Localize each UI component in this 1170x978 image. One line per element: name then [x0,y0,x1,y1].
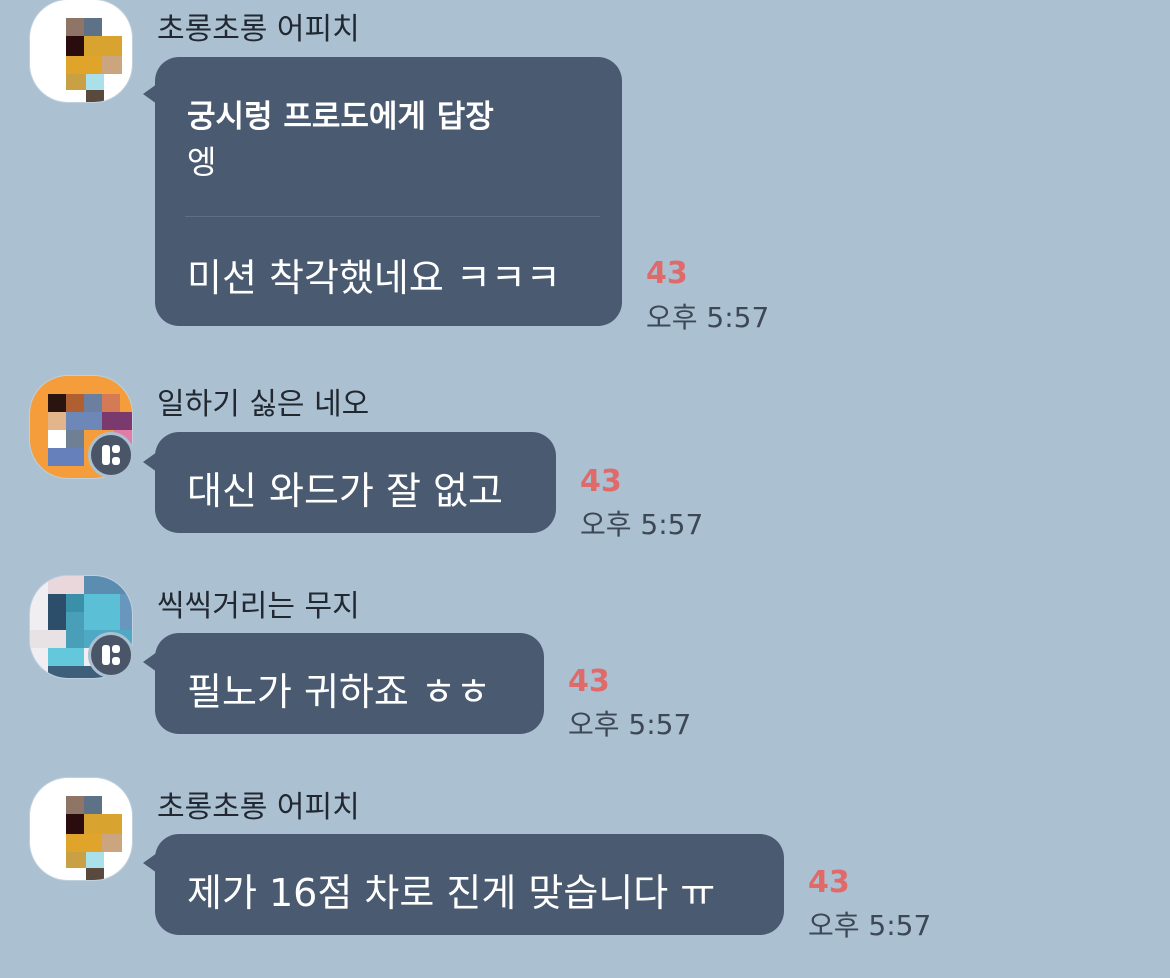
avatar-pixel [86,868,104,880]
message-time: 오후 5:57 [646,301,770,334]
sender-name: 씩씩거리는 무지 [157,589,360,624]
avatar-pixel [84,394,102,412]
avatar[interactable] [30,778,132,880]
sender-name: 일하기 싫은 네오 [157,387,370,422]
message-time: 오후 5:57 [568,708,692,741]
avatar-pixel [48,448,84,466]
message-bubble[interactable]: 필노가 귀하죠 ㅎㅎ [155,633,544,734]
avatar-pixel [30,630,66,648]
sender-name: 초롱초롱 어피치 [157,12,360,47]
avatar-pixel [66,796,84,814]
avatar-pixel [66,412,102,430]
avatar-pixel [66,594,84,612]
avatar-pixel [86,74,104,90]
sender-name: 초롱초롱 어피치 [157,790,360,825]
message-time: 오후 5:57 [580,508,704,541]
avatar-pixel [48,394,66,412]
avatar[interactable] [30,0,132,102]
avatar-pixel [84,36,122,56]
message-bubble[interactable]: 제가 16점 차로 진게 맞습니다 ㅠ [155,834,784,935]
avatar-pixel [84,814,122,834]
avatar-pixel [48,594,66,630]
avatar-pixel [48,648,84,666]
avatar-pixel [48,430,66,448]
unread-count: 43 [646,256,688,291]
avatar-pixel [102,56,122,74]
unread-count: 43 [568,664,610,699]
message-text: 필노가 귀하죠 ㅎㅎ [187,670,491,714]
avatar-pixel [66,612,84,648]
avatar-pixel [86,852,104,868]
avatar-pixel [84,594,120,630]
avatar-pixel [48,412,66,430]
avatar-pixel [48,576,84,594]
avatar-pixel [120,594,132,630]
avatar-pixel [102,394,120,412]
avatar-pixel [66,430,84,448]
message-text: 미션 착각했네요 ㅋㅋㅋ [187,256,561,300]
avatar-pixel [66,36,84,56]
avatar-pixel [84,796,102,814]
unread-count: 43 [580,464,622,499]
reply-divider [185,216,600,217]
message-bubble[interactable]: 궁시렁 프로도에게 답장 엥 미션 착각했네요 ㅋㅋㅋ [155,57,622,326]
avatar-pixel [66,18,84,36]
message-time: 오후 5:57 [808,909,932,942]
avatar-pixel [102,412,132,430]
reply-quote[interactable]: 엥 [187,137,216,183]
message-text: 제가 16점 차로 진게 맞습니다 ㅠ [187,871,716,915]
unread-count: 43 [808,865,850,900]
avatar-pixel [86,90,104,102]
avatar-pixel [66,74,86,90]
avatar-pixel [66,394,84,412]
avatar-pixel [66,814,84,834]
message-text: 대신 와드가 잘 없고 [187,469,503,513]
avatar-pixel [84,18,102,36]
profile-badge-icon [88,432,134,478]
profile-badge-icon [88,632,134,678]
reply-header[interactable]: 궁시렁 프로도에게 답장 [187,91,494,136]
message-bubble[interactable]: 대신 와드가 잘 없고 [155,432,556,533]
avatar-pixel [66,852,86,868]
avatar-pixel [84,576,132,594]
avatar-pixel [102,834,122,852]
